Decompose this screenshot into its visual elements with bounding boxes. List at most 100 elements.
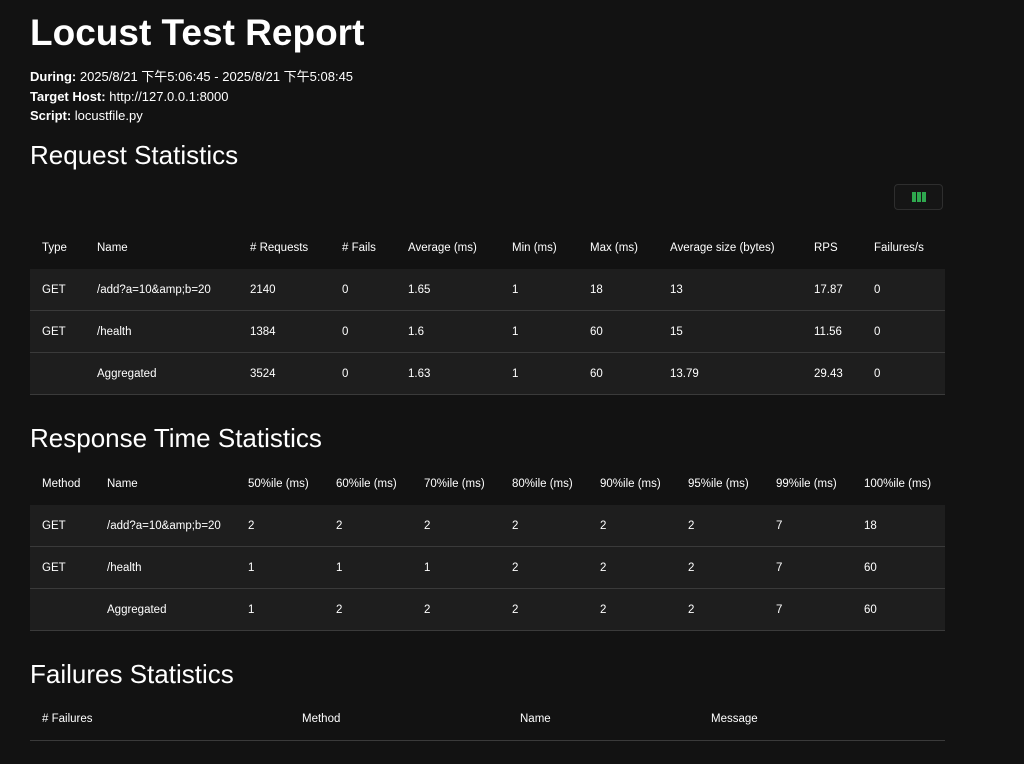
table-cell: 2 xyxy=(248,519,255,532)
table-cell: 2 xyxy=(600,603,607,616)
table-cell: 1 xyxy=(336,561,343,574)
column-header: # Failures xyxy=(42,712,93,725)
column-header: Method xyxy=(302,712,341,725)
table-cell: 18 xyxy=(864,519,877,532)
table-cell: 13.79 xyxy=(670,367,699,380)
table-cell: 0 xyxy=(342,283,349,296)
column-header: Type xyxy=(42,241,67,254)
table-cell: 2 xyxy=(512,603,519,616)
during-line: During: 2025/8/21 下午5:06:45 - 2025/8/21 … xyxy=(30,67,353,87)
column-header: Failures/s xyxy=(874,241,924,254)
table-cell: 2 xyxy=(336,519,343,532)
table-row: Aggregated 1 2 2 2 2 2 7 60 xyxy=(30,588,945,631)
script-line: Script: locustfile.py xyxy=(30,106,353,126)
column-header: 90%ile (ms) xyxy=(600,477,661,490)
column-header: 70%ile (ms) xyxy=(424,477,485,490)
table-cell: 1 xyxy=(248,561,255,574)
table-cell: 0 xyxy=(874,367,881,380)
request-stats-heading: Request Statistics xyxy=(30,140,239,170)
script-value: locustfile.py xyxy=(74,108,143,123)
table-cell: 1384 xyxy=(250,325,276,338)
column-header: Name xyxy=(520,712,551,725)
failures-table: # Failures Method Name Message xyxy=(30,698,945,741)
table-cell: 18 xyxy=(590,283,603,296)
column-header: 95%ile (ms) xyxy=(688,477,749,490)
report-meta: During: 2025/8/21 下午5:06:45 - 2025/8/21 … xyxy=(30,67,353,126)
failures-heading: Failures Statistics xyxy=(30,659,234,689)
table-cell: 60 xyxy=(864,603,877,616)
table-cell: /add?a=10&amp;b=20 xyxy=(97,283,211,296)
script-label: Script: xyxy=(30,108,72,123)
column-header: 80%ile (ms) xyxy=(512,477,573,490)
table-cell: 2 xyxy=(688,561,695,574)
column-header: Name xyxy=(97,241,128,254)
table-cell: 17.87 xyxy=(814,283,843,296)
table-cell: /health xyxy=(97,325,132,338)
table-cell: 2140 xyxy=(250,283,276,296)
table-cell: 7 xyxy=(776,603,783,616)
table-cell: 60 xyxy=(864,561,877,574)
column-header: 50%ile (ms) xyxy=(248,477,309,490)
table-cell: 1.6 xyxy=(408,325,424,338)
table-cell xyxy=(30,353,85,395)
table-cell: 1.63 xyxy=(408,367,431,380)
during-label: During: xyxy=(30,69,77,84)
target-host-line: Target Host: http://127.0.0.1:8000 xyxy=(30,87,353,107)
table-cell: 60 xyxy=(590,367,603,380)
table-cell: 0 xyxy=(342,367,349,380)
table-cell: 1 xyxy=(512,325,519,338)
columns-icon xyxy=(911,192,926,202)
table-cell: 0 xyxy=(342,325,349,338)
column-header: Average size (bytes) xyxy=(670,241,775,254)
column-header: 60%ile (ms) xyxy=(336,477,397,490)
column-header: # Fails xyxy=(342,241,376,254)
table-cell: 7 xyxy=(776,519,783,532)
failures-header-row: # Failures Method Name Message xyxy=(30,698,945,740)
response-time-header-row: Method Name 50%ile (ms) 60%ile (ms) 70%ile (… xyxy=(30,462,945,505)
column-header: Message xyxy=(711,712,758,725)
column-header: Average (ms) xyxy=(408,241,477,254)
table-cell: 2 xyxy=(424,603,431,616)
table-cell: 1 xyxy=(248,603,255,616)
table-cell: /add?a=10&amp;b=20 xyxy=(107,519,221,532)
table-cell: GET xyxy=(42,325,66,338)
table-cell: 2 xyxy=(424,519,431,532)
table-cell xyxy=(30,589,95,631)
table-cell: 0 xyxy=(874,325,881,338)
request-stats-header-row: Type Name # Requests # Fails Average (ms) Min… xyxy=(30,226,945,269)
column-header: Min (ms) xyxy=(512,241,557,254)
table-row: GET/add?a=10&amp;b=20 2140 0 1.65 1 18 13 17.87… xyxy=(30,269,945,311)
column-header: 100%ile (ms) xyxy=(864,477,932,490)
table-cell: 3524 xyxy=(250,367,276,380)
table-cell: 1 xyxy=(512,283,519,296)
table-cell: 11.56 xyxy=(814,325,842,338)
table-cell: GET xyxy=(42,561,66,574)
table-row: Aggregated 3524 0 1.63 1 60 13.79 29.43 0 xyxy=(30,352,945,395)
response-time-table: Method Name 50%ile (ms) 60%ile (ms) 70%ile (… xyxy=(30,462,945,631)
page-title: Locust Test Report xyxy=(30,12,365,53)
table-cell: 15 xyxy=(670,325,683,338)
column-header: Method xyxy=(42,477,81,490)
table-cell: 60 xyxy=(590,325,603,338)
table-cell: GET xyxy=(42,283,66,296)
table-cell: 2 xyxy=(600,561,607,574)
table-cell: 2 xyxy=(512,519,519,532)
table-cell: 2 xyxy=(688,519,695,532)
table-cell: 29.43 xyxy=(814,367,843,380)
column-header: 99%ile (ms) xyxy=(776,477,837,490)
column-toggle-button[interactable] xyxy=(894,184,943,210)
table-cell: Aggregated xyxy=(107,603,167,616)
table-cell: 13 xyxy=(670,283,683,296)
table-cell: /health xyxy=(107,561,142,574)
column-header: RPS xyxy=(814,241,838,254)
table-cell: 2 xyxy=(600,519,607,532)
table-cell: 0 xyxy=(874,283,881,296)
target-host-label: Target Host: xyxy=(30,88,106,104)
column-header: Name xyxy=(107,477,138,490)
target-host-value: http://127.0.0.1:8000 xyxy=(109,88,229,104)
request-stats-table: Type Name # Requests # Fails Average (ms) Min… xyxy=(30,226,945,395)
column-header: Max (ms) xyxy=(590,241,638,254)
table-cell: 1 xyxy=(512,367,519,380)
column-header: # Requests xyxy=(250,241,309,254)
table-row: GET/health 1384 0 1.6 1 60 15 11.56 0 xyxy=(30,310,945,353)
